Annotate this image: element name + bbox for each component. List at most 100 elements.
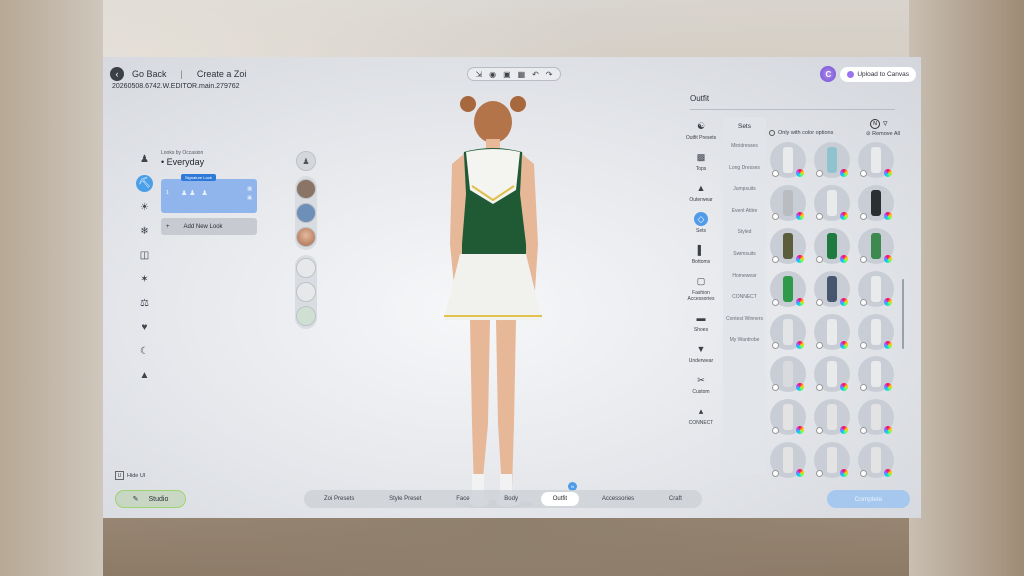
category-3[interactable]: ◇ Sets [694, 212, 708, 234]
tab-body[interactable]: Body [492, 492, 530, 506]
canvas-avatar[interactable]: C [820, 66, 837, 82]
tab-outfit[interactable]: Outfit [540, 492, 580, 506]
sport-icon[interactable]: ⚖ [136, 295, 153, 312]
outfit-item[interactable] [770, 399, 806, 436]
moon-icon[interactable]: ☾ [136, 343, 153, 360]
party-icon[interactable]: ✶ [136, 271, 153, 288]
outfit-item[interactable] [858, 270, 894, 307]
set-item[interactable]: Long Dresses [723, 158, 766, 180]
category-9[interactable]: ▴ CONNECT [689, 404, 714, 427]
set-item[interactable]: Jumpsuits [723, 179, 766, 201]
set-item[interactable]: Contest Winners [723, 309, 766, 331]
hair-face-group [295, 176, 317, 250]
back-arrow-icon[interactable]: ‹ [110, 67, 124, 81]
outfit-item[interactable] [770, 184, 806, 221]
outfit-item[interactable] [858, 227, 894, 264]
graduation-icon[interactable]: ▲ [136, 367, 153, 384]
focus-icon[interactable]: ▣ [503, 70, 511, 79]
outfit-preset-thumb[interactable]: ♟ [296, 151, 316, 171]
add-new-look-button[interactable]: + Add New Look [161, 218, 257, 235]
outfit-item[interactable] [814, 227, 850, 264]
look-actions[interactable]: ▦ ▣ [247, 185, 252, 203]
color-options-filter[interactable]: Only with color options [769, 130, 833, 136]
redo-icon[interactable]: ↷ [546, 70, 553, 79]
category-0[interactable]: ☯ Outfit Presets [686, 119, 716, 142]
set-item[interactable]: Swimsuits [723, 244, 766, 266]
skirt-thumb[interactable] [296, 282, 316, 302]
category-2[interactable]: ▲ Outerwear [689, 181, 712, 203]
outfit-item[interactable] [770, 142, 806, 178]
outfit-item[interactable] [770, 442, 806, 479]
category-5[interactable]: ▢ Fashion Accessories [681, 274, 721, 303]
set-item[interactable]: My Wardrobe [723, 330, 766, 352]
item-tag-icon [860, 341, 867, 349]
sun-icon[interactable]: ☀ [136, 199, 153, 216]
set-item[interactable]: CONNECT [723, 287, 766, 309]
hide-ui-toggle[interactable]: U Hide UI [115, 471, 145, 480]
item-tag-icon [816, 255, 823, 263]
outfit-item[interactable] [858, 142, 894, 178]
outfit-panel-title: Outfit [690, 94, 710, 103]
outfit-item[interactable] [814, 442, 850, 479]
top-thumb[interactable] [296, 258, 316, 278]
category-4[interactable]: ▌ Bottoms [692, 243, 710, 265]
import-icon[interactable]: ⇲ [475, 70, 482, 79]
category-7[interactable]: ▼ Underwear [689, 342, 713, 364]
everyday-icon[interactable]: ⛏ [136, 175, 153, 192]
headwear-thumb[interactable] [296, 203, 316, 223]
tab-face[interactable]: Face [444, 492, 481, 506]
outfit-item[interactable] [814, 313, 850, 350]
outfit-item[interactable] [770, 270, 806, 307]
character-model[interactable] [438, 94, 548, 509]
tab-craft[interactable]: Craft [657, 492, 694, 506]
outfit-item[interactable] [858, 399, 894, 436]
outfit-item[interactable] [858, 356, 894, 393]
item-tag-icon [816, 341, 823, 349]
outfit-item[interactable] [858, 442, 894, 479]
person-icon[interactable]: ♟ [136, 151, 153, 168]
outfit-item[interactable] [858, 313, 894, 350]
outfit-item[interactable] [814, 142, 850, 178]
studio-button[interactable]: ✎ Studio [115, 490, 186, 508]
outfit-item[interactable] [770, 227, 806, 264]
outfit-item[interactable] [814, 399, 850, 436]
camera-icon[interactable]: ◉ [489, 70, 496, 79]
set-item[interactable]: Styled [723, 222, 766, 244]
outfit-item[interactable] [814, 356, 850, 393]
capture-icon[interactable]: ▦ [518, 70, 526, 79]
remove-all-button[interactable]: ⊘ Remove All [866, 131, 900, 137]
look-card[interactable]: Signature Look 1 ♟♟ ♟ ▦ ▣ [161, 174, 257, 213]
face-thumb[interactable] [296, 227, 316, 247]
occasion-value[interactable]: • Everyday [161, 157, 257, 167]
upload-to-canvas-button[interactable]: Upload to Canvas [840, 66, 916, 82]
set-thumb[interactable] [296, 306, 316, 326]
complete-button[interactable]: Complete [827, 490, 910, 508]
pet-icon[interactable]: ♥ [136, 319, 153, 336]
go-back-link[interactable]: Go Back [132, 69, 167, 79]
snowflake-icon[interactable]: ❄ [136, 223, 153, 240]
undo-icon[interactable]: ↶ [532, 70, 539, 79]
set-item[interactable]: Event Attire [723, 201, 766, 223]
set-item[interactable]: Minidresses [723, 136, 766, 158]
item-tag-icon [772, 427, 779, 435]
new-filter-icon[interactable]: N [870, 119, 880, 129]
tab-style-preset[interactable]: Style Preset [377, 492, 433, 506]
outfit-item[interactable] [814, 184, 850, 221]
hair-thumb[interactable] [296, 179, 316, 199]
tab-accessories[interactable]: Accessories [590, 492, 646, 506]
gift-icon[interactable]: ◫ [136, 247, 153, 264]
category-1[interactable]: ▩ Tops [694, 150, 708, 173]
outfit-item[interactable] [814, 270, 850, 307]
tab-zoi-presets[interactable]: Zoi Presets [312, 492, 366, 506]
grid-scrollbar[interactable] [902, 279, 904, 349]
category-label: Underwear [688, 358, 714, 364]
category-6[interactable]: ▬ Shoes [694, 311, 708, 333]
outfit-item[interactable] [770, 313, 806, 350]
filter-funnel-icon[interactable]: ▿ [883, 118, 888, 129]
set-item[interactable]: Homewear [723, 266, 766, 288]
outfit-item[interactable] [858, 184, 894, 221]
outfit-item[interactable] [770, 356, 806, 393]
category-label: Fashion Accessories [687, 290, 715, 302]
category-8[interactable]: ✂ Custom [692, 373, 709, 396]
checkbox-icon[interactable] [769, 130, 775, 136]
